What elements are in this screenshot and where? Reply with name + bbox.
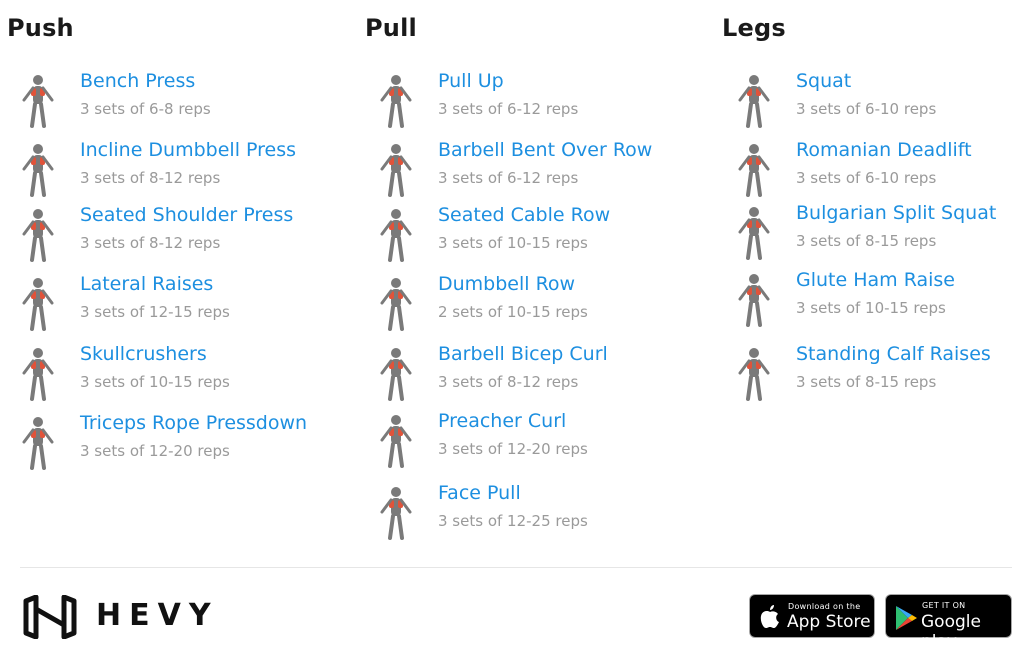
exercise-sets-text: 3 sets of 6-8 reps bbox=[80, 100, 211, 118]
glute-ham-raise-figure-icon bbox=[726, 269, 782, 329]
exercise-name-link[interactable]: Standing Calf Raises bbox=[796, 343, 991, 365]
exercise-sets-text: 3 sets of 10-15 reps bbox=[796, 299, 946, 317]
barbell-curl-figure-icon bbox=[368, 343, 424, 403]
hevy-wordmark: HEVY bbox=[96, 598, 219, 633]
exercise-name-link[interactable]: Barbell Bent Over Row bbox=[438, 139, 652, 161]
exercise-row[interactable]: Bench Press 3 sets of 6-8 reps bbox=[10, 70, 340, 130]
hevy-logo[interactable]: HEVY bbox=[22, 595, 222, 639]
google-play-icon bbox=[896, 606, 917, 630]
exercise-name-link[interactable]: Preacher Curl bbox=[438, 410, 566, 432]
hevy-logo-icon bbox=[23, 595, 77, 639]
exercise-row[interactable]: Barbell Bicep Curl 3 sets of 8-12 reps bbox=[368, 343, 698, 403]
exercise-name-link[interactable]: Dumbbell Row bbox=[438, 273, 575, 295]
bench-press-figure-icon bbox=[10, 70, 66, 130]
google-play-badge[interactable]: GET IT ON Google play bbox=[885, 594, 1012, 652]
footer-divider bbox=[20, 567, 1012, 568]
exercise-sets-text: 2 sets of 10-15 reps bbox=[438, 303, 588, 321]
exercise-sets-text: 3 sets of 12-20 reps bbox=[80, 442, 230, 460]
exercise-name-link[interactable]: Pull Up bbox=[438, 70, 504, 92]
exercise-name-link[interactable]: Skullcrushers bbox=[80, 343, 207, 365]
preacher-curl-figure-icon bbox=[368, 410, 424, 470]
push-column-title: Push bbox=[7, 14, 74, 42]
lateral-raises-figure-icon bbox=[10, 273, 66, 333]
google-play-big-text: Google play bbox=[921, 612, 981, 652]
skullcrushers-figure-icon bbox=[10, 343, 66, 403]
exercise-row[interactable]: Face Pull 3 sets of 12-25 reps bbox=[368, 482, 698, 542]
pull-up-figure-icon bbox=[368, 70, 424, 130]
exercise-name-link[interactable]: Lateral Raises bbox=[80, 273, 213, 295]
exercise-row[interactable]: Pull Up 3 sets of 6-12 reps bbox=[368, 70, 698, 130]
app-store-big-text: App Store bbox=[787, 612, 871, 632]
exercise-sets-text: 3 sets of 6-12 reps bbox=[438, 169, 579, 187]
barbell-row-figure-icon bbox=[368, 139, 424, 199]
exercise-row[interactable]: Barbell Bent Over Row 3 sets of 6-12 reps bbox=[368, 139, 698, 199]
exercise-row[interactable]: Standing Calf Raises 3 sets of 8-15 reps bbox=[726, 343, 1024, 403]
exercise-name-link[interactable]: Bulgarian Split Squat bbox=[796, 202, 996, 224]
seated-cable-row-figure-icon bbox=[368, 204, 424, 264]
exercise-sets-text: 3 sets of 8-15 reps bbox=[796, 232, 937, 250]
exercise-row[interactable]: Glute Ham Raise 3 sets of 10-15 reps bbox=[726, 269, 1024, 329]
exercise-name-link[interactable]: Triceps Rope Pressdown bbox=[80, 412, 307, 434]
exercise-name-link[interactable]: Glute Ham Raise bbox=[796, 269, 955, 291]
triceps-rope-pressdown-figure-icon bbox=[10, 412, 66, 472]
exercise-row[interactable]: Lateral Raises 3 sets of 12-15 reps bbox=[10, 273, 340, 333]
exercise-row[interactable]: Seated Shoulder Press 3 sets of 8-12 reps bbox=[10, 204, 340, 264]
exercise-sets-text: 3 sets of 6-12 reps bbox=[438, 100, 579, 118]
exercise-name-link[interactable]: Seated Shoulder Press bbox=[80, 204, 293, 226]
exercise-row[interactable]: Triceps Rope Pressdown 3 sets of 12-20 re… bbox=[10, 412, 340, 472]
exercise-name-link[interactable]: Incline Dumbbell Press bbox=[80, 139, 296, 161]
seated-shoulder-press-figure-icon bbox=[10, 204, 66, 264]
exercise-name-link[interactable]: Barbell Bicep Curl bbox=[438, 343, 608, 365]
exercise-sets-text: 3 sets of 10-15 reps bbox=[438, 234, 588, 252]
exercise-row[interactable]: Dumbbell Row 2 sets of 10-15 reps bbox=[368, 273, 698, 333]
exercise-row[interactable]: Romanian Deadlift 3 sets of 6-10 reps bbox=[726, 139, 1024, 199]
bulgarian-split-squat-figure-icon bbox=[726, 202, 782, 262]
app-store-badge[interactable]: Download on the App Store bbox=[749, 594, 875, 638]
dumbbell-row-figure-icon bbox=[368, 273, 424, 333]
exercise-sets-text: 3 sets of 8-12 reps bbox=[80, 169, 221, 187]
exercise-sets-text: 3 sets of 6-10 reps bbox=[796, 100, 937, 118]
exercise-row[interactable]: Incline Dumbbell Press 3 sets of 8-12 rep… bbox=[10, 139, 340, 199]
app-store-small-text: Download on the bbox=[788, 602, 861, 611]
exercise-row[interactable]: Skullcrushers 3 sets of 10-15 reps bbox=[10, 343, 340, 403]
exercise-name-link[interactable]: Face Pull bbox=[438, 482, 521, 504]
pull-column-title: Pull bbox=[365, 14, 417, 42]
squat-figure-icon bbox=[726, 70, 782, 130]
exercise-sets-text: 3 sets of 12-20 reps bbox=[438, 440, 588, 458]
legs-column-title: Legs bbox=[722, 14, 786, 42]
romanian-deadlift-figure-icon bbox=[726, 139, 782, 199]
exercise-row[interactable]: Bulgarian Split Squat 3 sets of 8-15 reps bbox=[726, 202, 1024, 262]
exercise-sets-text: 3 sets of 12-15 reps bbox=[80, 303, 230, 321]
exercise-row[interactable]: Squat 3 sets of 6-10 reps bbox=[726, 70, 1024, 130]
exercise-sets-text: 3 sets of 8-15 reps bbox=[796, 373, 937, 391]
incline-dumbbell-press-figure-icon bbox=[10, 139, 66, 199]
apple-icon bbox=[760, 605, 779, 628]
exercise-name-link[interactable]: Seated Cable Row bbox=[438, 204, 610, 226]
exercise-name-link[interactable]: Squat bbox=[796, 70, 851, 92]
exercise-row[interactable]: Seated Cable Row 3 sets of 10-15 reps bbox=[368, 204, 698, 264]
exercise-sets-text: 3 sets of 12-25 reps bbox=[438, 512, 588, 530]
exercise-sets-text: 3 sets of 8-12 reps bbox=[80, 234, 221, 252]
standing-calf-raises-figure-icon bbox=[726, 343, 782, 403]
exercise-sets-text: 3 sets of 8-12 reps bbox=[438, 373, 579, 391]
exercise-sets-text: 3 sets of 6-10 reps bbox=[796, 169, 937, 187]
exercise-name-link[interactable]: Romanian Deadlift bbox=[796, 139, 972, 161]
face-pull-figure-icon bbox=[368, 482, 424, 542]
exercise-sets-text: 3 sets of 10-15 reps bbox=[80, 373, 230, 391]
exercise-name-link[interactable]: Bench Press bbox=[80, 70, 195, 92]
exercise-row[interactable]: Preacher Curl 3 sets of 12-20 reps bbox=[368, 410, 698, 470]
google-play-small-text: GET IT ON bbox=[922, 601, 966, 610]
